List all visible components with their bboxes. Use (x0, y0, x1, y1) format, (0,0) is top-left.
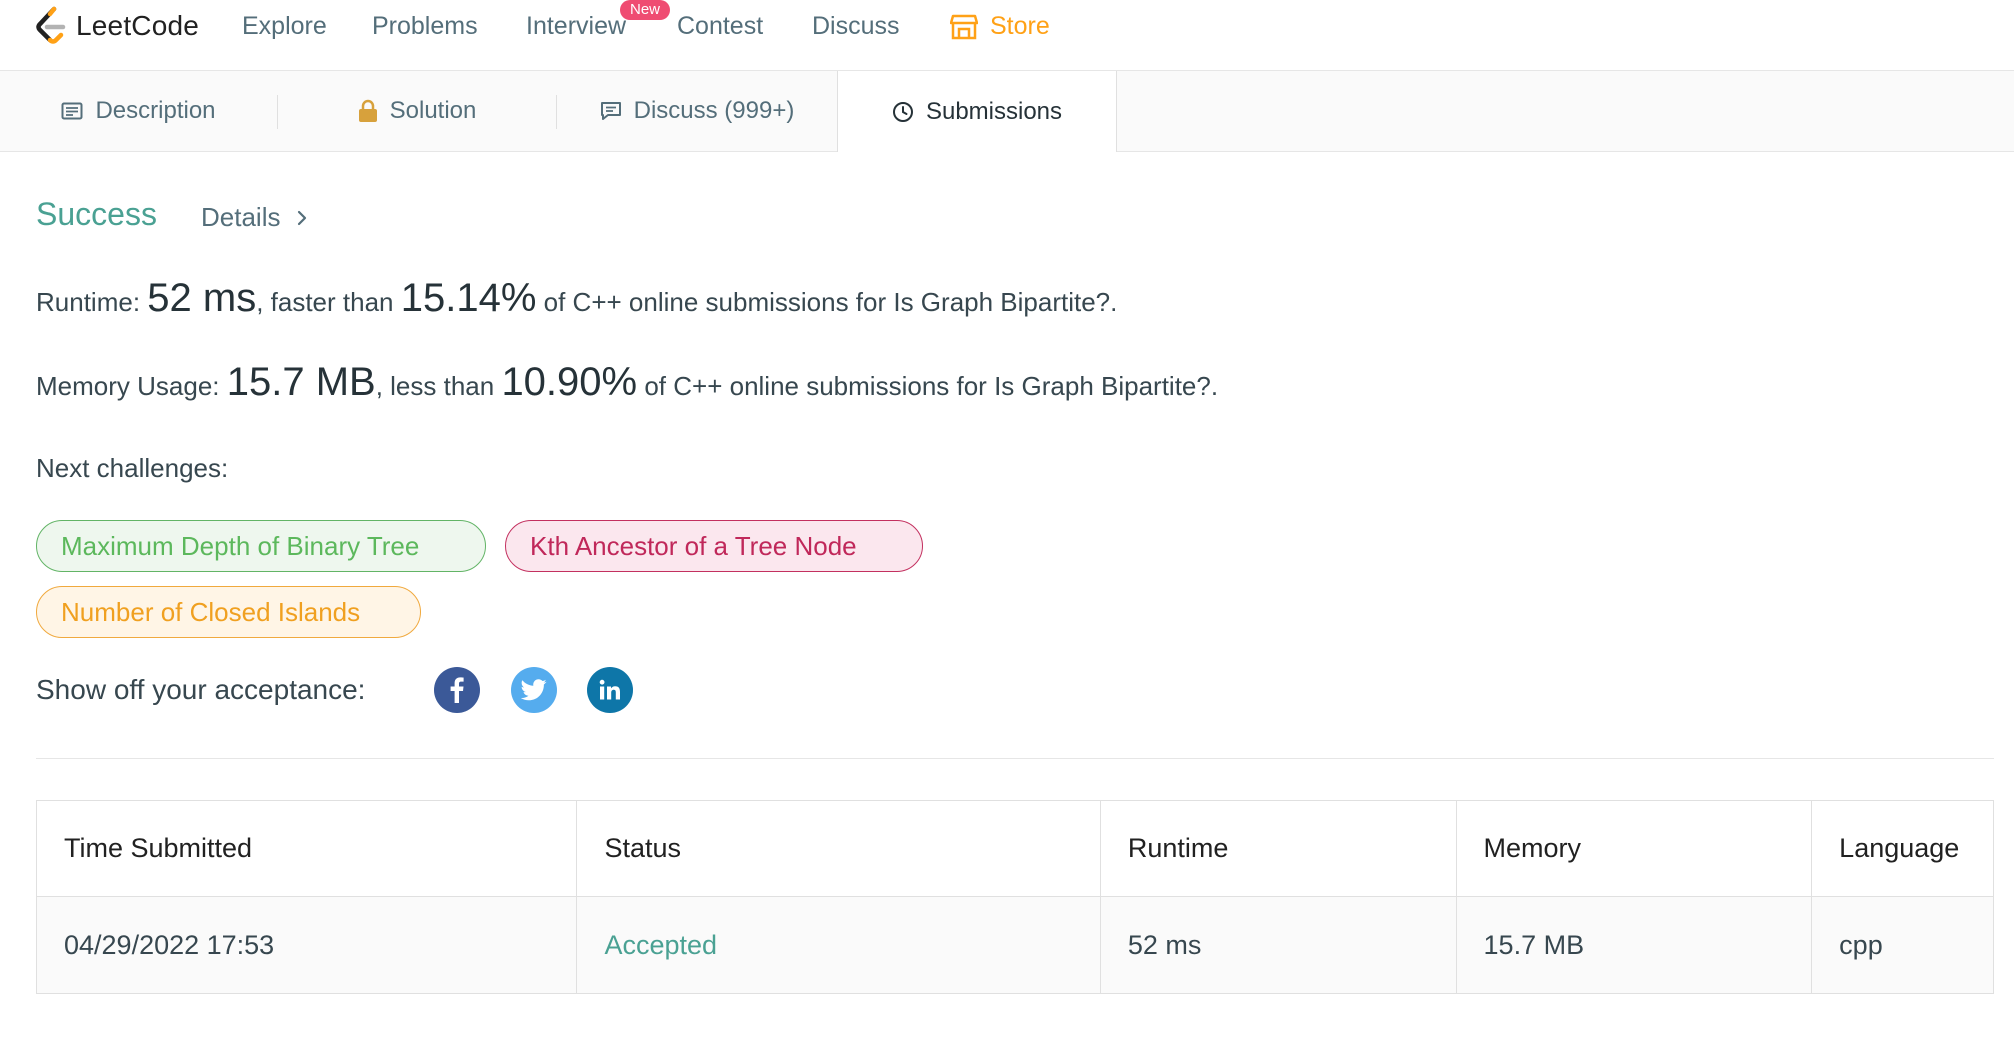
tab-submissions[interactable]: Submissions (837, 71, 1117, 152)
new-badge: New (620, 0, 671, 20)
nav-contest[interactable]: Contest (677, 12, 763, 41)
details-label: Details (201, 202, 281, 232)
nav-interview[interactable]: Interview (526, 12, 626, 41)
table-header-row: Time Submitted Status Runtime Memory Lan… (37, 801, 1993, 897)
facebook-icon (450, 677, 464, 703)
tab-discuss[interactable]: Discuss (999+) (557, 71, 837, 151)
leetcode-logo-icon (36, 6, 66, 44)
clock-icon (892, 101, 913, 122)
memory-mid: , less than (375, 371, 502, 401)
problem-tabs: Description Solution Discuss (999+) Subm… (0, 71, 2014, 152)
linkedin-icon (599, 679, 620, 700)
nav-store[interactable]: Store (950, 12, 1050, 41)
runtime-tail: of C++ online submissions for Is Graph B… (536, 287, 1118, 317)
memory-percent: 10.90% (501, 360, 638, 404)
twitter-icon (521, 679, 547, 701)
tab-solution[interactable]: Solution (278, 71, 556, 151)
twitter-share-button[interactable] (511, 667, 557, 713)
submissions-table: Time Submitted Status Runtime Memory Lan… (36, 800, 1994, 994)
tab-description-label: Description (95, 97, 216, 124)
runtime-percent: 15.14% (400, 276, 537, 320)
header-memory: Memory (1457, 801, 1813, 896)
challenge-pill[interactable]: Maximum Depth of Binary Tree (36, 520, 486, 572)
runtime-mid: , faster than (256, 287, 401, 317)
tab-discuss-label: Discuss (999+) (633, 97, 795, 124)
leetcode-logo[interactable]: LeetCode (34, 6, 199, 46)
lock-icon (358, 99, 377, 122)
cell-memory: 15.7 MB (1457, 897, 1813, 993)
cell-status-link[interactable]: Accepted (577, 897, 1101, 993)
memory-label: Memory Usage: (36, 371, 227, 401)
nav-problems[interactable]: Problems (372, 12, 478, 41)
result-status: Success (36, 196, 157, 232)
next-challenges-label: Next challenges: (36, 453, 229, 483)
facebook-share-button[interactable] (434, 667, 480, 713)
table-row[interactable]: 04/29/2022 17:53 Accepted 52 ms 15.7 MB … (37, 897, 1993, 993)
tab-description[interactable]: Description (0, 71, 277, 151)
cell-time-submitted: 04/29/2022 17:53 (37, 897, 578, 993)
memory-line: Memory Usage: 15.7 MB, less than 10.90% … (36, 360, 1218, 405)
logo-text: LeetCode (76, 10, 200, 41)
nav-discuss[interactable]: Discuss (812, 12, 900, 41)
runtime-label: Runtime: (36, 287, 148, 317)
comment-icon (600, 102, 621, 120)
challenge-pill[interactable]: Kth Ancestor of a Tree Node (505, 520, 923, 572)
chevron-right-icon (298, 210, 307, 225)
divider (36, 758, 1994, 759)
store-icon (950, 14, 978, 39)
store-label: Store (990, 12, 1050, 40)
details-link[interactable]: Details (201, 202, 308, 233)
description-icon (61, 102, 83, 120)
cell-runtime: 52 ms (1101, 897, 1457, 993)
memory-value: 15.7 MB (226, 360, 376, 404)
header-status: Status (577, 801, 1101, 896)
header-language: Language (1839, 833, 1960, 863)
memory-tail: of C++ online submissions for Is Graph B… (637, 371, 1219, 401)
runtime-line: Runtime: 52 ms, faster than 15.14% of C+… (36, 276, 1117, 321)
nav-explore[interactable]: Explore (242, 12, 327, 41)
cell-language: cpp (1839, 929, 1883, 960)
linkedin-share-button[interactable] (587, 667, 633, 713)
top-navbar: LeetCode Explore Problems Interview New … (0, 0, 2014, 71)
tab-solution-label: Solution (389, 97, 477, 124)
tab-submissions-label: Submissions (925, 97, 1063, 125)
share-label: Show off your acceptance: (36, 674, 366, 705)
header-runtime: Runtime (1101, 801, 1457, 896)
header-time-submitted: Time Submitted (37, 801, 578, 896)
challenge-pill[interactable]: Number of Closed Islands (36, 586, 421, 638)
runtime-value: 52 ms (147, 276, 257, 320)
